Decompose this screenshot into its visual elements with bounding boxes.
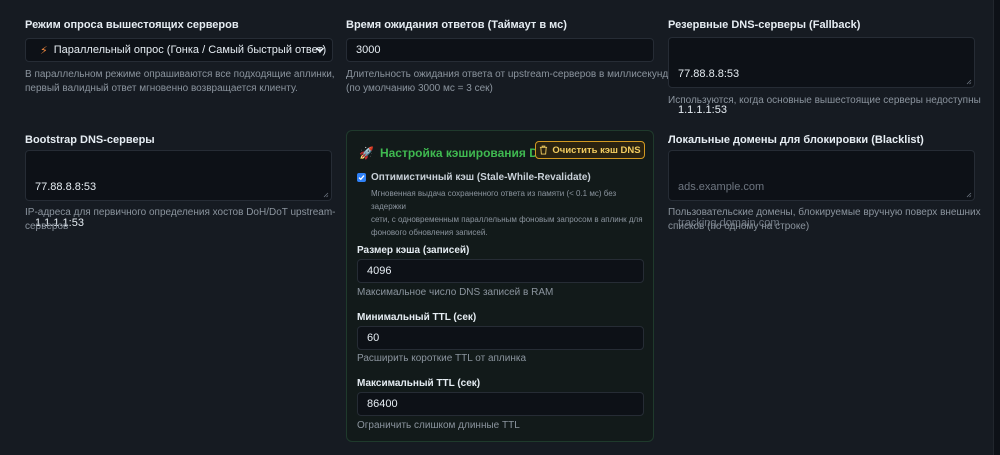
bootstrap-label: Bootstrap DNS-серверы xyxy=(25,134,155,146)
clear-cache-button[interactable]: Очистить кэш DNS xyxy=(535,141,645,159)
blacklist-label: Локальные домены для блокировки (Blackli… xyxy=(668,134,924,146)
rocket-icon: 🚀 xyxy=(359,146,374,160)
settings-panel: Режим опроса вышестоящих серверов ⚡ Пара… xyxy=(0,0,994,455)
bootstrap-textarea[interactable]: 77.88.8.8:53 1.1.1.1:53 xyxy=(25,150,332,229)
fallback-textarea[interactable]: 77.88.8.8:53 1.1.1.1:53 xyxy=(668,37,975,116)
timeout-input[interactable]: 3000 xyxy=(346,38,654,62)
resize-handle-icon[interactable] xyxy=(966,79,972,85)
max-ttl-hint: Ограничить слишком длинные TTL xyxy=(357,420,520,431)
scrollbar[interactable] xyxy=(994,0,1000,455)
max-ttl-label: Максимальный TTL (сек) xyxy=(357,378,481,389)
trash-icon xyxy=(540,145,548,155)
cache-size-label: Размер кэша (записей) xyxy=(357,245,470,256)
cache-size-input[interactable]: 4096 xyxy=(357,259,644,283)
polling-mode-hint: В параллельном режиме опрашиваются все п… xyxy=(25,69,335,94)
polling-mode-value: Параллельный опрос (Гонка / Самый быстры… xyxy=(53,44,327,56)
min-ttl-label: Минимальный TTL (сек) xyxy=(357,312,477,323)
lightning-icon: ⚡ xyxy=(40,44,48,57)
cache-size-hint: Максимальное число DNS записей в RAM xyxy=(357,287,554,298)
fallback-label: Резервные DNS-серверы (Fallback) xyxy=(668,19,861,31)
optimistic-cache-checkbox[interactable] xyxy=(357,173,366,182)
timeout-label: Время ожидания ответов (Таймаут в мс) xyxy=(346,19,567,31)
polling-mode-select[interactable]: ⚡ Параллельный опрос (Гонка / Самый быст… xyxy=(25,38,333,62)
min-ttl-input[interactable]: 60 xyxy=(357,326,644,350)
chevron-down-icon xyxy=(316,47,324,53)
bootstrap-hint: IP-адреса для первичного определения хос… xyxy=(25,207,336,232)
fallback-hint: Используются, когда основные вышестоящие… xyxy=(668,95,981,106)
cache-settings-title: 🚀 Настройка кэширования DNS xyxy=(359,146,555,160)
blacklist-hint: Пользовательские домены, блокируемые вру… xyxy=(668,207,981,232)
max-ttl-input[interactable]: 86400 xyxy=(357,392,644,416)
resize-handle-icon[interactable] xyxy=(966,192,972,198)
resize-handle-icon[interactable] xyxy=(323,192,329,198)
timeout-hint: Длительность ожидания ответа от upstream… xyxy=(346,69,679,94)
dns-cache-settings-card: 🚀 Настройка кэширования DNS Очистить кэш… xyxy=(346,130,654,442)
optimistic-cache-label: Оптимистичный кэш (Stale-While-Revalidat… xyxy=(371,172,591,183)
polling-mode-label: Режим опроса вышестоящих серверов xyxy=(25,19,239,31)
min-ttl-hint: Расширить короткие TTL от аплинка xyxy=(357,353,527,364)
optimistic-cache-description: Мгновенная выдача сохраненного ответа из… xyxy=(371,189,643,237)
check-icon xyxy=(358,175,365,181)
blacklist-textarea[interactable]: ads.example.com tracking.domain.com xyxy=(668,150,975,229)
